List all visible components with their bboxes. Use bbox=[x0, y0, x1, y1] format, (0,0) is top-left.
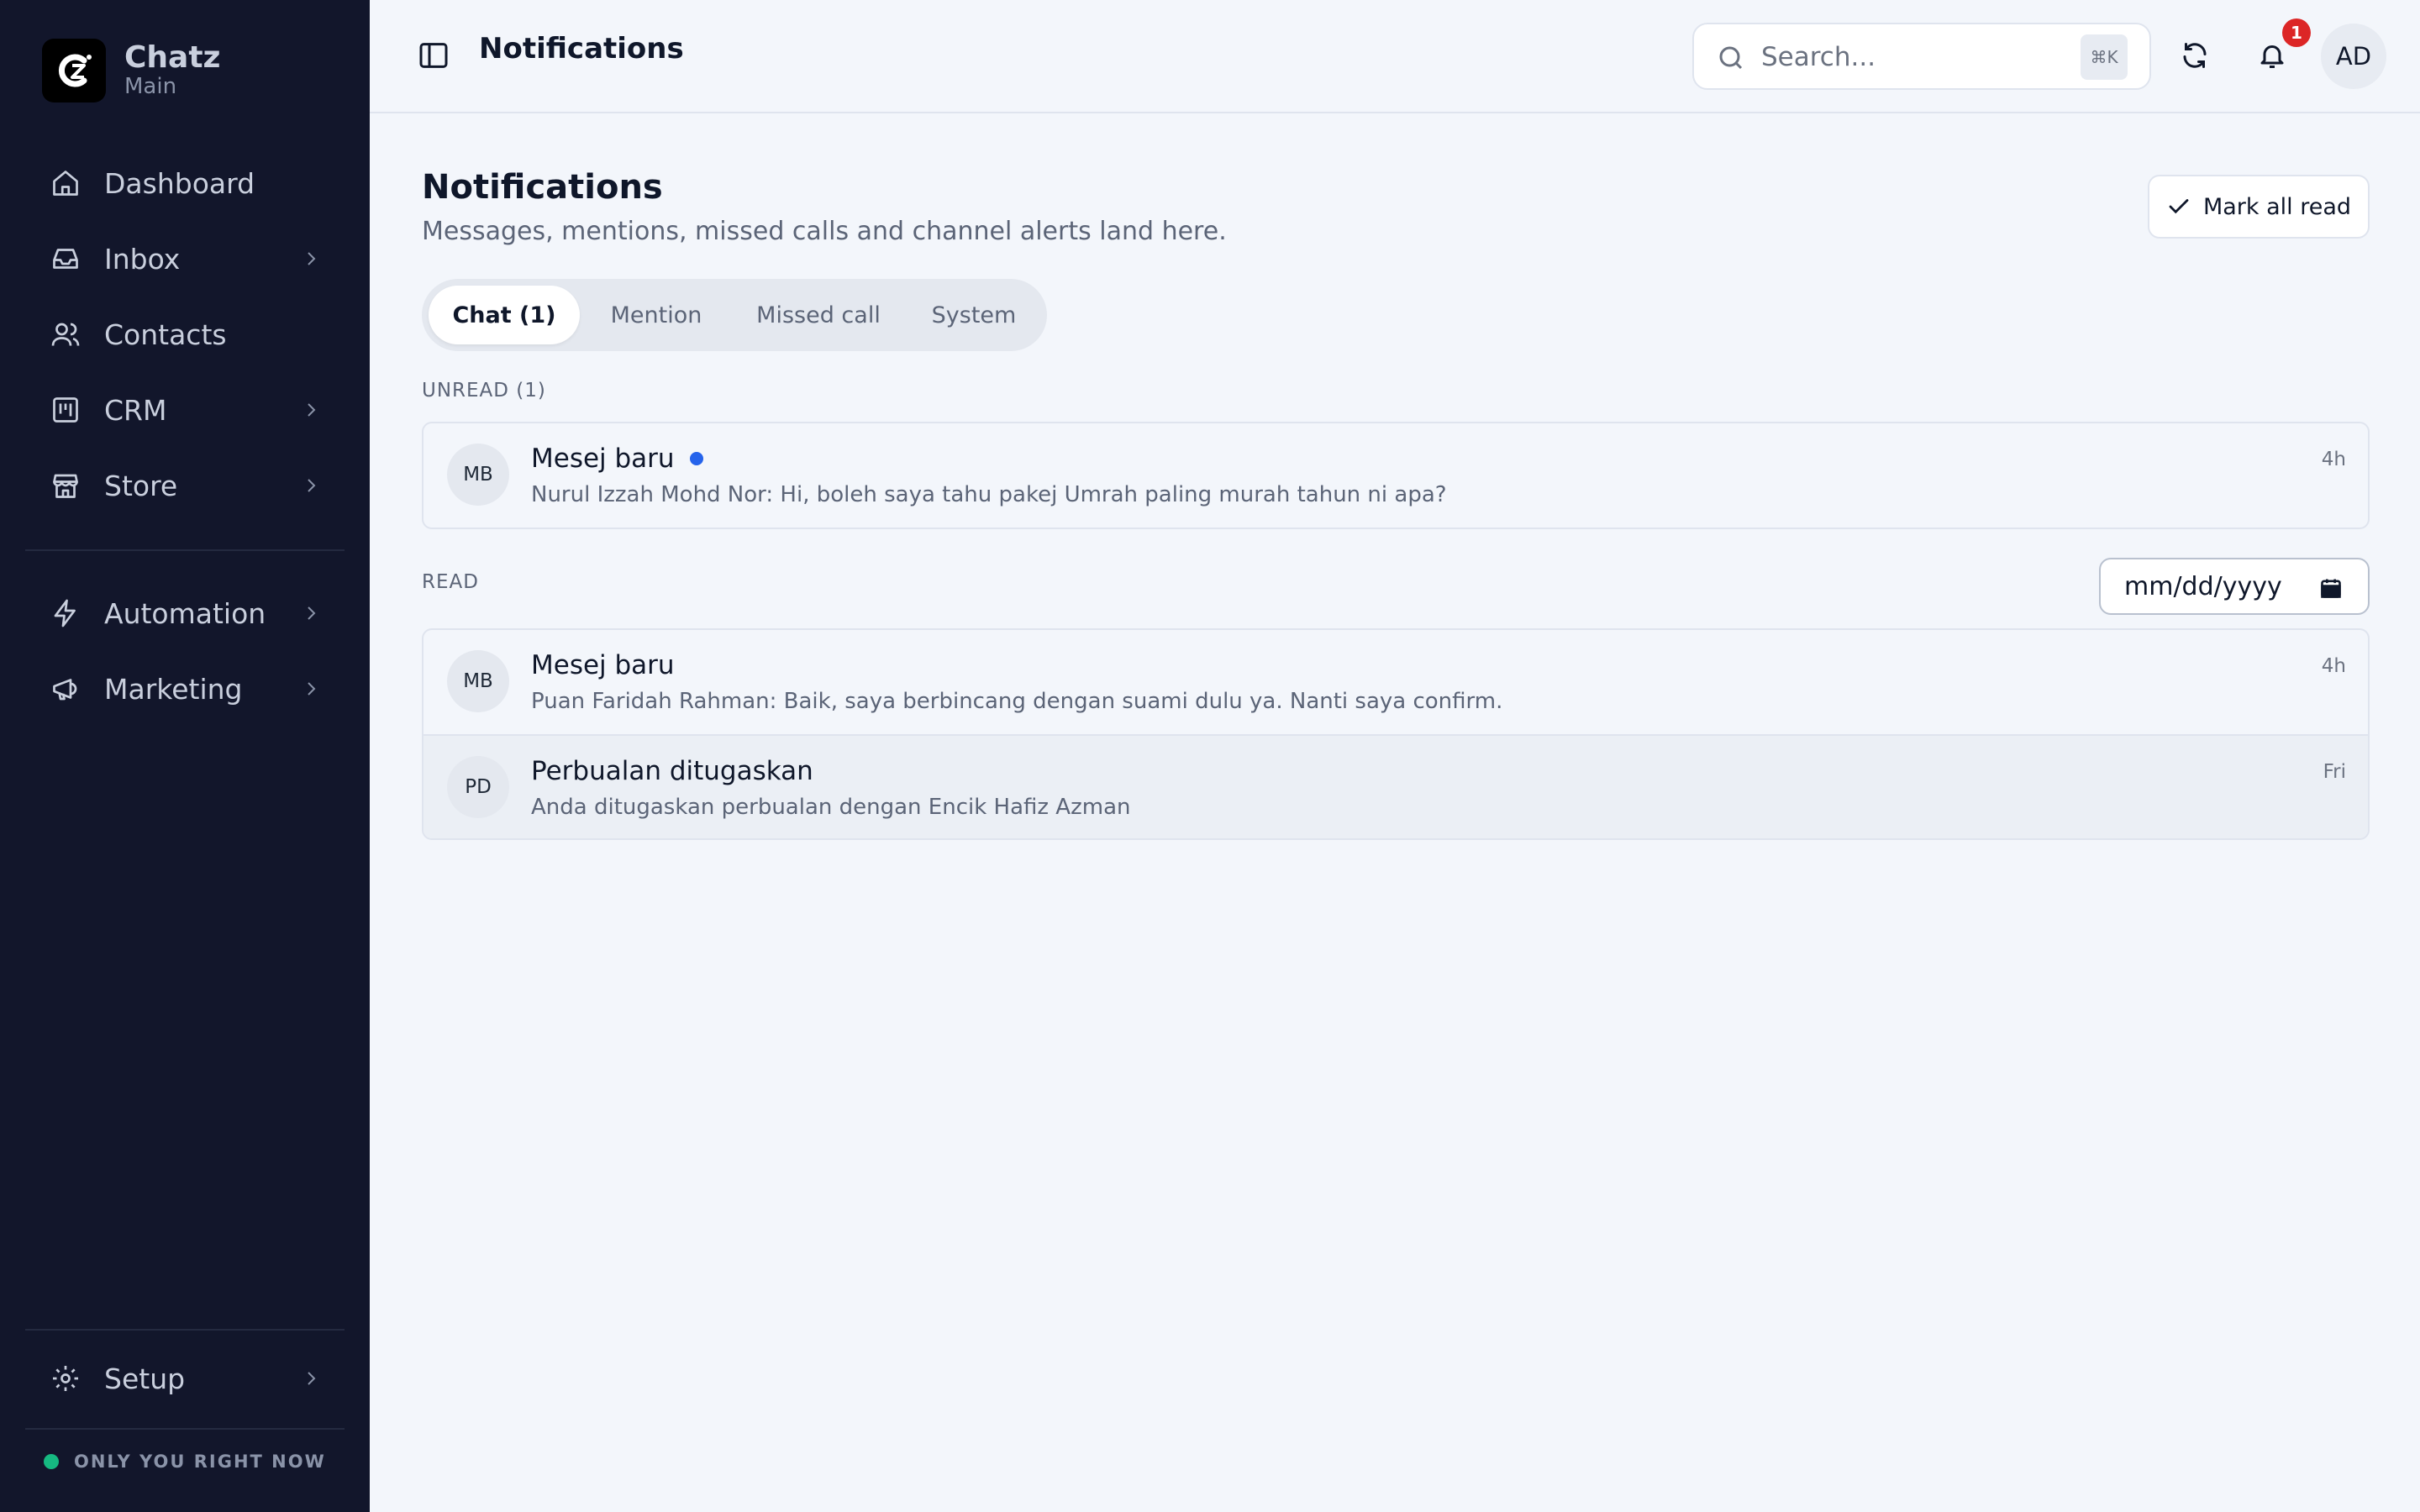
sidebar-toggle-icon[interactable] bbox=[417, 39, 450, 72]
mark-all-read-button[interactable]: Mark all read bbox=[2148, 175, 2370, 239]
list-item[interactable]: MB Mesej baru Puan Faridah Rahman: Baik,… bbox=[424, 630, 2368, 734]
notification-text: Anda ditugaskan perbualan dengan Encik H… bbox=[531, 795, 1131, 820]
kanban-icon bbox=[53, 397, 78, 423]
gear-icon bbox=[53, 1366, 78, 1391]
refresh-icon bbox=[2183, 43, 2207, 68]
notification-title: Mesej baru bbox=[531, 444, 675, 474]
sidebar-item-label: Setup bbox=[104, 1362, 186, 1395]
sidebar: Chatz Main Dashboard Inbox Contacts CRM … bbox=[0, 0, 370, 1512]
notification-time: Fri bbox=[2323, 761, 2346, 783]
chevron-right-icon bbox=[308, 252, 316, 265]
sidebar-item-contacts[interactable]: Contacts bbox=[25, 302, 345, 366]
date-placeholder: mm/dd/yyyy bbox=[2124, 571, 2282, 601]
unread-dot bbox=[689, 452, 703, 465]
sidebar-item-label: CRM bbox=[104, 393, 167, 427]
notification-time: 4h bbox=[2321, 449, 2346, 470]
store-icon bbox=[53, 474, 78, 498]
home-icon bbox=[53, 171, 78, 196]
date-filter-input[interactable]: mm/dd/yyyy bbox=[2099, 558, 2370, 615]
search-shortcut: ⌘K bbox=[2081, 34, 2128, 80]
sidebar-item-automation[interactable]: Automation bbox=[25, 581, 345, 645]
avatar: PD bbox=[447, 756, 509, 818]
notification-text: Nurul Izzah Mohd Nor: Hi, boleh saya tah… bbox=[531, 482, 1447, 507]
chatz-logo-icon bbox=[42, 39, 106, 102]
presence-status: ONLY YOU RIGHT NOW bbox=[44, 1452, 326, 1472]
sidebar-item-marketing[interactable]: Marketing bbox=[25, 657, 345, 721]
sidebar-divider bbox=[25, 1428, 345, 1430]
presence-text: ONLY YOU RIGHT NOW bbox=[74, 1452, 326, 1472]
online-dot bbox=[44, 1454, 59, 1469]
user-avatar[interactable]: AD bbox=[2321, 24, 2386, 89]
sidebar-item-store[interactable]: Store bbox=[25, 454, 345, 517]
bell-icon bbox=[2260, 45, 2284, 68]
topbar: Notifications ⌘K bbox=[370, 0, 2420, 113]
search-box[interactable]: ⌘K bbox=[1692, 23, 2151, 90]
check-icon bbox=[2169, 199, 2189, 214]
bolt-icon bbox=[54, 599, 76, 627]
search-input[interactable] bbox=[1761, 36, 2081, 78]
list-item[interactable]: MB Mesej baru Nurul Izzah Mohd Nor: Hi, … bbox=[424, 423, 2368, 528]
sidebar-divider bbox=[25, 549, 345, 551]
unread-section-label: UNREAD (1) bbox=[422, 380, 546, 402]
notification-title: Mesej baru bbox=[531, 650, 675, 680]
tab-system[interactable]: System bbox=[911, 286, 1037, 344]
notification-badge: 1 bbox=[2282, 18, 2311, 47]
calendar-icon bbox=[2321, 579, 2341, 598]
sidebar-item-setup[interactable]: Setup bbox=[25, 1347, 345, 1410]
unread-list: MB Mesej baru Nurul Izzah Mohd Nor: Hi, … bbox=[422, 422, 2370, 529]
notification-tabs: Chat (1) Mention Missed call System bbox=[422, 279, 1047, 351]
sidebar-item-label: Automation bbox=[104, 596, 266, 630]
sidebar-divider bbox=[25, 1329, 345, 1331]
search-icon bbox=[1719, 46, 1743, 70]
tab-mention[interactable]: Mention bbox=[587, 286, 726, 344]
sidebar-item-crm[interactable]: CRM bbox=[25, 378, 345, 442]
chevron-right-icon bbox=[308, 1372, 316, 1385]
notification-text: Puan Faridah Rahman: Baik, saya berbinca… bbox=[531, 689, 1503, 714]
notification-time: 4h bbox=[2321, 655, 2346, 677]
refresh-button[interactable] bbox=[2171, 32, 2218, 79]
sidebar-item-label: Inbox bbox=[104, 242, 181, 276]
chevron-right-icon bbox=[308, 479, 316, 492]
page-header-title: Notifications bbox=[479, 32, 684, 66]
chevron-right-icon bbox=[308, 606, 316, 620]
sidebar-item-label: Marketing bbox=[104, 672, 243, 706]
notification-title: Perbualan ditugaskan bbox=[531, 756, 813, 786]
workspace-name: Main bbox=[124, 74, 177, 100]
megaphone-icon bbox=[53, 679, 77, 701]
brand-name: Chatz bbox=[124, 39, 221, 75]
tab-chat[interactable]: Chat (1) bbox=[429, 286, 580, 344]
read-section-label: READ bbox=[422, 571, 479, 593]
mark-all-read-label: Mark all read bbox=[2202, 193, 2352, 220]
read-list: MB Mesej baru Puan Faridah Rahman: Baik,… bbox=[422, 628, 2370, 840]
sidebar-item-label: Store bbox=[104, 469, 178, 502]
brand[interactable]: Chatz Main bbox=[42, 39, 221, 102]
sidebar-item-label: Contacts bbox=[104, 318, 227, 351]
sidebar-item-dashboard[interactable]: Dashboard bbox=[25, 151, 345, 215]
sidebar-item-label: Dashboard bbox=[104, 166, 255, 200]
chevron-right-icon bbox=[308, 403, 316, 417]
list-item[interactable]: PD Perbualan ditugaskan Anda ditugaskan … bbox=[424, 734, 2368, 838]
users-icon bbox=[51, 323, 80, 346]
chevron-right-icon bbox=[308, 682, 316, 696]
avatar: MB bbox=[447, 650, 509, 712]
tab-missed-call[interactable]: Missed call bbox=[733, 286, 904, 344]
inbox-icon bbox=[53, 249, 78, 269]
avatar: MB bbox=[447, 444, 509, 506]
sidebar-item-inbox[interactable]: Inbox bbox=[25, 227, 345, 291]
page-title: Notifications bbox=[422, 168, 663, 207]
page-subtitle: Messages, mentions, missed calls and cha… bbox=[422, 217, 1227, 246]
